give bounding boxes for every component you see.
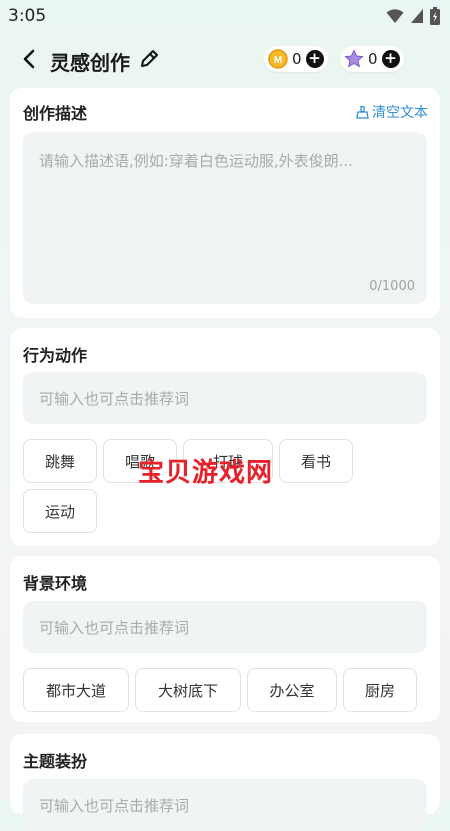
coin-count: 0 [292,50,302,68]
star-count: 0 [368,50,378,68]
battery-icon [430,7,440,25]
character-counter: 0/1000 [369,279,415,294]
status-bar: 3:05 [0,0,450,32]
star-icon [344,49,364,68]
watermark: 宝贝游戏网 [138,458,274,488]
star-balance: 0 + [340,46,404,72]
background-chip[interactable]: 厨房 [343,668,417,712]
theme-title: 主题装扮 [23,752,88,771]
app-header: 灵感创作 M 0 + 0 + [0,38,450,82]
svg-text:M: M [274,55,282,66]
description-card: 创作描述 清空文本 请输入描述语,例如:穿着白色运动服,外表俊朗... 0/10… [10,88,440,318]
page-title: 灵感创作 [50,51,130,75]
coin-balance: M 0 + [264,46,328,72]
clear-text-label: 清空文本 [372,105,428,121]
background-card: 背景环境 可输入也可点击推荐词 都市大道 大树底下 办公室 厨房 [10,556,440,722]
back-arrow-icon [23,49,35,69]
background-placeholder: 可输入也可点击推荐词 [39,619,190,637]
status-time: 3:05 [8,6,47,26]
action-placeholder: 可输入也可点击推荐词 [39,390,190,408]
description-title: 创作描述 [23,104,88,123]
action-card: 行为动作 可输入也可点击推荐词 跳舞 唱歌 打球 看书 运动 [10,328,440,546]
add-coins-button[interactable]: + [305,50,324,68]
action-chip[interactable]: 跳舞 [23,439,97,483]
theme-input[interactable]: 可输入也可点击推荐词 [23,779,427,831]
coin-icon: M [268,49,288,69]
background-input[interactable]: 可输入也可点击推荐词 [23,601,427,653]
action-chip[interactable]: 运动 [23,489,97,533]
wifi-icon [386,9,404,23]
action-chip[interactable]: 看书 [279,439,353,483]
back-button[interactable] [14,44,44,74]
background-title: 背景环境 [23,574,88,593]
clear-text-button[interactable]: 清空文本 [356,102,428,122]
broom-icon [356,105,369,119]
background-chip[interactable]: 都市大道 [23,668,129,712]
background-chip[interactable]: 办公室 [247,668,337,712]
add-stars-button[interactable]: + [381,50,400,68]
theme-placeholder: 可输入也可点击推荐词 [39,797,190,815]
theme-card: 主题装扮 可输入也可点击推荐词 [10,734,440,831]
pencil-icon [141,50,158,67]
description-placeholder: 请输入描述语,例如:穿着白色运动服,外表俊朗... [39,152,353,170]
status-icons [386,7,440,25]
action-title: 行为动作 [23,346,88,365]
description-textarea[interactable]: 请输入描述语,例如:穿着白色运动服,外表俊朗... 0/1000 [23,132,427,304]
signal-icon [411,9,423,23]
background-chip[interactable]: 大树底下 [135,668,241,712]
action-input[interactable]: 可输入也可点击推荐词 [23,372,427,424]
